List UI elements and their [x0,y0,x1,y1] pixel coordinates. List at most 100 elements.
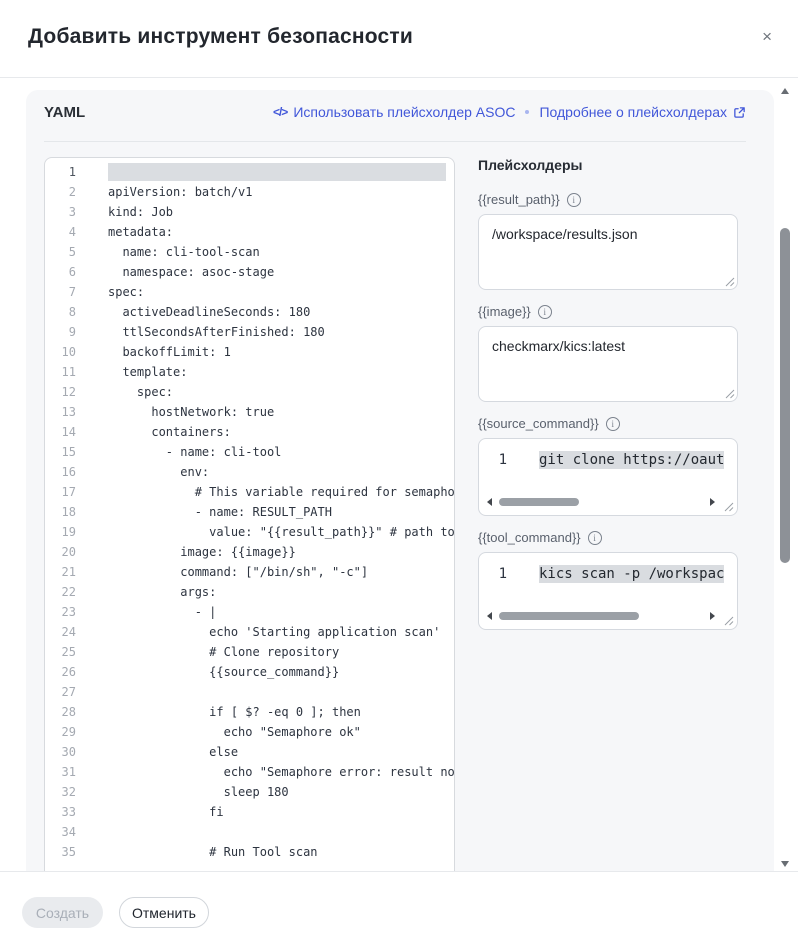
editor-line[interactable]: 2apiVersion: batch/v1 [45,182,454,202]
editor-line[interactable]: 13 hostNetwork: true [45,402,454,422]
scrollbar-thumb[interactable] [499,498,579,506]
resize-handle-icon[interactable] [723,615,734,626]
placeholder-label: {{result_path}} [478,192,560,207]
more-about-placeholders-link[interactable]: Подробнее о плейсхолдерах [539,104,746,120]
resize-handle-icon[interactable] [724,276,735,287]
code-text: args: [108,582,216,602]
line-number: 18 [45,502,76,522]
editor-line[interactable]: 18 - name: RESULT_PATH [45,502,454,522]
code-text: name: cli-tool-scan [108,242,260,262]
info-icon[interactable]: i [567,193,581,207]
editor-line[interactable]: 24 echo 'Starting application scan' [45,622,454,642]
line-number: 32 [45,782,76,802]
editor-line[interactable]: 21 command: ["/bin/sh", "-c"] [45,562,454,582]
code-text: else [108,742,238,762]
yaml-code-editor[interactable]: 12apiVersion: batch/v13kind: Job4metadat… [44,157,455,871]
placeholder-field: {{tool_command}}i 1kics scan -p /workspac [478,530,738,630]
line-number: 23 [45,602,76,622]
line-number: 8 [45,302,76,322]
code-text: template: [108,362,187,382]
placeholder-value-input[interactable]: /workspace/results.json [478,214,738,290]
line-number: 19 [45,522,76,542]
code-text: - | [108,602,216,622]
editor-line[interactable]: 8 activeDeadlineSeconds: 180 [45,302,454,322]
editor-line[interactable]: 34 [45,822,454,842]
editor-line[interactable]: 11 template: [45,362,454,382]
editor-line[interactable]: 16 env: [45,462,454,482]
code-text: backoffLimit: 1 [108,342,231,362]
editor-line[interactable]: 1 [45,162,454,182]
scrollbar-thumb[interactable] [780,228,790,563]
editor-line[interactable]: 23 - | [45,602,454,622]
resize-handle-icon[interactable] [724,388,735,399]
mini-editor-line[interactable]: 1git clone https://oaut [479,439,737,469]
scroll-left-arrow-icon[interactable] [487,498,492,506]
scrollbar-thumb[interactable] [499,612,639,620]
editor-line[interactable]: 12 spec: [45,382,454,402]
horizontal-scrollbar[interactable] [487,497,715,507]
line-number: 1 [479,451,507,469]
placeholders-sidebar: Плейсхолдеры {{result_path}}i/workspace/… [478,157,738,644]
editor-line[interactable]: 7spec: [45,282,454,302]
placeholder-label-row: {{image}}i [478,304,738,319]
code-text: fi [108,802,224,822]
add-security-tool-modal: Добавить инструмент безопасности × YAML … [0,0,798,950]
editor-line[interactable]: 25 # Clone repository [45,642,454,662]
line-number: 2 [45,182,76,202]
placeholder-field: {{result_path}} i/workspace/results.json [478,192,738,290]
scrollbar-up-arrow-icon[interactable] [781,88,789,94]
editor-line[interactable]: 9 ttlSecondsAfterFinished: 180 [45,322,454,342]
info-icon[interactable]: i [588,531,602,545]
code-text: kics scan -p /workspac [539,565,724,583]
editor-line[interactable]: 15 - name: cli-tool [45,442,454,462]
line-number: 14 [45,422,76,442]
code-text: if [ $? -eq 0 ]; then [108,702,361,722]
editor-line[interactable]: 17 # This variable required for semaphor… [45,482,454,502]
info-icon[interactable]: i [606,417,620,431]
editor-line[interactable]: 32 sleep 180 [45,782,454,802]
editor-line[interactable]: 35 # Run Tool scan [45,842,454,862]
placeholder-code-editor[interactable]: 1kics scan -p /workspac [478,552,738,630]
line-number: 13 [45,402,76,422]
editor-line[interactable]: 31 echo "Semaphore error: result not fou… [45,762,454,782]
textarea-wrap: /workspace/results.json [478,214,738,290]
mini-editor-line[interactable]: 1kics scan -p /workspac [479,553,737,583]
editor-line[interactable]: 29 echo "Semaphore ok" [45,722,454,742]
editor-line[interactable]: 3kind: Job [45,202,454,222]
close-icon[interactable]: × [762,28,772,45]
link-separator-dot [525,110,529,114]
editor-line[interactable]: 5 name: cli-tool-scan [45,242,454,262]
resize-handle-icon[interactable] [723,501,734,512]
editor-line[interactable]: 33 fi [45,802,454,822]
cancel-button[interactable]: Отменить [119,897,209,928]
code-text: sleep 180 [108,782,289,802]
more-about-placeholders-label: Подробнее о плейсхолдерах [539,104,727,120]
editor-line[interactable]: 4metadata: [45,222,454,242]
placeholder-value-input[interactable]: checkmarx/kics:latest [478,326,738,402]
editor-line[interactable]: 20 image: {{image}} [45,542,454,562]
code-text: kind: Job [108,202,173,222]
info-icon[interactable]: i [538,305,552,319]
placeholder-label-row: {{result_path}} i [478,192,738,207]
scroll-right-arrow-icon[interactable] [710,612,715,620]
editor-line[interactable]: 30 else [45,742,454,762]
scrollbar-down-arrow-icon[interactable] [781,861,789,867]
editor-line[interactable]: 26 {{source_command}} [45,662,454,682]
placeholder-label-row: {{tool_command}}i [478,530,738,545]
scroll-left-arrow-icon[interactable] [487,612,492,620]
editor-line[interactable]: 19 value: "{{result_path}}" # path to re… [45,522,454,542]
editor-line[interactable]: 10 backoffLimit: 1 [45,342,454,362]
editor-line[interactable]: 6 namespace: asoc-stage [45,262,454,282]
code-text: echo "Semaphore error: result not found" [108,762,455,782]
placeholder-field: {{source_command}}i1git clone https://oa… [478,416,738,516]
editor-line[interactable]: 14 containers: [45,422,454,442]
placeholder-code-editor[interactable]: 1git clone https://oaut [478,438,738,516]
scroll-right-arrow-icon[interactable] [710,498,715,506]
editor-line[interactable]: 28 if [ $? -eq 0 ]; then [45,702,454,722]
modal-scrollbar[interactable] [779,86,791,871]
editor-line[interactable]: 27 [45,682,454,702]
use-asoc-placeholder-link[interactable]: </> Использовать плейсхолдер ASOC [273,104,516,120]
editor-line[interactable]: 22 args: [45,582,454,602]
horizontal-scrollbar[interactable] [487,611,715,621]
code-text: namespace: asoc-stage [108,262,274,282]
